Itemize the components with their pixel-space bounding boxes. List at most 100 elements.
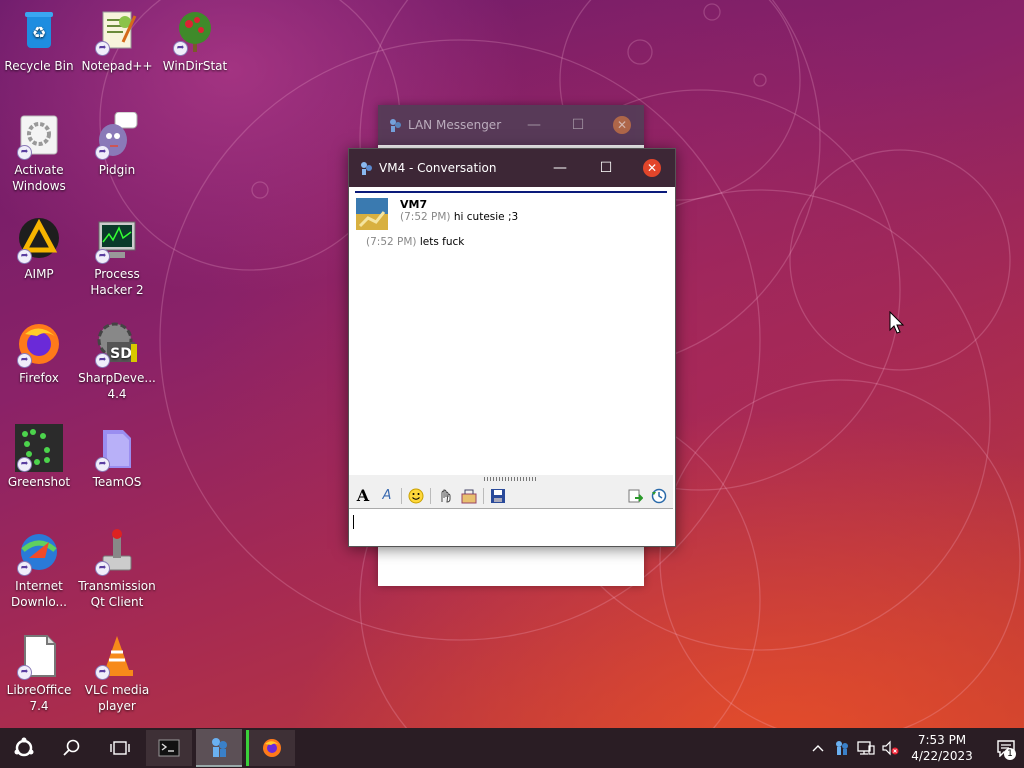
ubuntu-logo-icon: [14, 737, 34, 757]
desktop-icon-aimp[interactable]: ➦ AIMP: [0, 216, 78, 282]
firefox-icon: [263, 739, 281, 757]
toolbar-separator: [430, 487, 431, 504]
task-view-icon: [110, 741, 130, 755]
chat-history[interactable]: VM7 (7:52 PM) hi cutesie ;3 (7:52 PM) le…: [349, 187, 673, 476]
shortcut-arrow-icon: ➦: [17, 561, 32, 576]
chat-divider: [355, 191, 667, 193]
nudge-icon[interactable]: [435, 486, 455, 506]
font-icon[interactable]: A: [353, 486, 373, 506]
message-text: hi cutesie ;3: [453, 211, 519, 223]
console-icon: [158, 739, 180, 757]
broadcast-icon[interactable]: [459, 486, 479, 506]
network-button[interactable]: [854, 728, 878, 768]
search-button[interactable]: [48, 728, 96, 768]
grip-icon: [484, 477, 538, 481]
close-button[interactable]: ✕: [600, 106, 644, 144]
windirstat-icon: ➦: [171, 8, 219, 56]
maximize-button[interactable]: ☐: [556, 106, 600, 144]
splitter-handle[interactable]: [349, 475, 673, 483]
show-hidden-icons-button[interactable]: [806, 728, 830, 768]
mouse-cursor-icon: [889, 311, 905, 334]
start-button[interactable]: [0, 728, 48, 768]
chevron-up-icon: [812, 745, 824, 752]
shortcut-arrow-icon: ➦: [95, 561, 110, 576]
desktop-icon-firefox[interactable]: ➦ Firefox: [0, 320, 78, 386]
desktop-icon-greenshot[interactable]: ➦ Greenshot: [0, 424, 78, 490]
message-input[interactable]: [349, 509, 673, 544]
shortcut-arrow-icon: ➦: [95, 145, 110, 160]
minimize-button[interactable]: —: [537, 149, 583, 187]
desktop-icon-label: LibreOffice 7.4: [6, 683, 72, 713]
minimize-button[interactable]: —: [512, 106, 556, 144]
save-icon[interactable]: [488, 486, 508, 506]
emoticon-icon[interactable]: [406, 486, 426, 506]
clock-time: 7:53 PM: [917, 733, 967, 747]
task-view-button[interactable]: [96, 728, 144, 768]
desktop-icon-activate-windows[interactable]: ➦ Activate Windows: [0, 112, 78, 194]
tray-lan-messenger[interactable]: [830, 728, 854, 768]
shortcut-arrow-icon: ➦: [17, 665, 32, 680]
desktop-icon-label: VLC media player: [84, 683, 150, 713]
libreoffice-icon: ➦: [15, 632, 63, 680]
toolbar-separator: [401, 487, 402, 504]
taskbar-app-console[interactable]: [146, 730, 192, 766]
message-time: (7:52 PM): [366, 236, 417, 248]
desktop-icon-label: Activate Windows: [12, 163, 66, 193]
desktop-icon-label: Recycle Bin: [4, 59, 74, 73]
send-file-icon[interactable]: [625, 486, 645, 506]
conversation-titlebar[interactable]: VM4 - Conversation — ☐ ✕: [349, 149, 675, 187]
desktop-icon-sharpdevelop[interactable]: SD ➦ SharpDeve... 4.4: [78, 320, 156, 402]
shortcut-arrow-icon: ➦: [95, 353, 110, 368]
desktop-icon-recycle-bin[interactable]: ♻ Recycle Bin: [0, 8, 78, 74]
desktop-icon-label: TeamOS: [92, 475, 142, 489]
shortcut-arrow-icon: ➦: [95, 249, 110, 264]
lan-messenger-titlebar[interactable]: LAN Messenger — ☐ ✕: [378, 105, 644, 145]
desktop-icon-label: Greenshot: [7, 475, 71, 489]
close-button[interactable]: ✕: [629, 149, 675, 187]
maximize-button[interactable]: ☐: [583, 149, 629, 187]
message-toolbar: A A: [349, 483, 673, 509]
taskbar-app-lan-messenger[interactable]: [196, 729, 242, 767]
desktop-icon-pidgin[interactable]: ➦ Pidgin: [78, 111, 156, 178]
volume-muted-icon: [882, 740, 899, 756]
pidgin-icon: ➦: [93, 111, 141, 160]
shortcut-arrow-icon: ➦: [95, 457, 110, 472]
desktop-icon-label: Pidgin: [98, 163, 136, 177]
shortcut-arrow-icon: ➦: [17, 353, 32, 368]
vlc-icon: ➦: [93, 632, 141, 680]
clock-date: 4/22/2023: [911, 749, 973, 763]
desktop-icon-notepad-plus-plus[interactable]: ➦ Notepad++: [78, 8, 156, 74]
desktop-icon-label: Firefox: [19, 371, 59, 385]
desktop-icon-process-hacker[interactable]: ➦ Process Hacker 2: [78, 216, 156, 298]
notification-center-button[interactable]: 1: [988, 728, 1024, 768]
message: (7:52 PM) lets fuck: [366, 236, 673, 248]
desktop-icon-windirstat[interactable]: ➦ WinDirStat: [156, 8, 234, 74]
close-icon: ✕: [613, 116, 631, 134]
history-icon[interactable]: [649, 486, 669, 506]
desktop-icon-internet-download-manager[interactable]: ➦ Internet Downlo...: [0, 528, 78, 610]
lan-messenger-icon: [212, 738, 227, 757]
lan-messenger-icon: [836, 741, 848, 755]
firefox-icon: ➦: [15, 320, 63, 368]
folder-icon: ➦: [93, 424, 141, 472]
volume-button[interactable]: [878, 728, 902, 768]
sharpdevelop-icon: SD ➦: [93, 320, 141, 368]
desktop-icon-transmission[interactable]: ➦ Transmission Qt Client: [78, 528, 156, 610]
aimp-icon: ➦: [15, 216, 63, 264]
desktop-icon-libreoffice[interactable]: ➦ LibreOffice 7.4: [0, 632, 78, 714]
avatar: [356, 198, 388, 230]
message-time: (7:52 PM): [400, 211, 451, 223]
desktop-icon-vlc[interactable]: ➦ VLC media player: [78, 632, 156, 714]
close-icon: ✕: [643, 159, 661, 177]
text-caret: [353, 515, 354, 529]
message-text: lets fuck: [419, 236, 465, 248]
clock[interactable]: 7:53 PM 4/22/2023: [910, 732, 974, 764]
notification-count-badge: 1: [1004, 748, 1016, 760]
taskbar-app-firefox[interactable]: [246, 730, 295, 766]
taskbar: 7:53 PM 4/22/2023 1: [0, 728, 1024, 768]
desktop-icon-label: SharpDeve... 4.4: [78, 371, 156, 401]
desktop-icon-teamos[interactable]: ➦ TeamOS: [78, 424, 156, 490]
svg-text:♻: ♻: [32, 23, 46, 42]
conversation-window[interactable]: VM4 - Conversation — ☐ ✕ VM7 (7:52 PM) h…: [348, 148, 676, 547]
font-color-icon[interactable]: A: [377, 486, 397, 506]
